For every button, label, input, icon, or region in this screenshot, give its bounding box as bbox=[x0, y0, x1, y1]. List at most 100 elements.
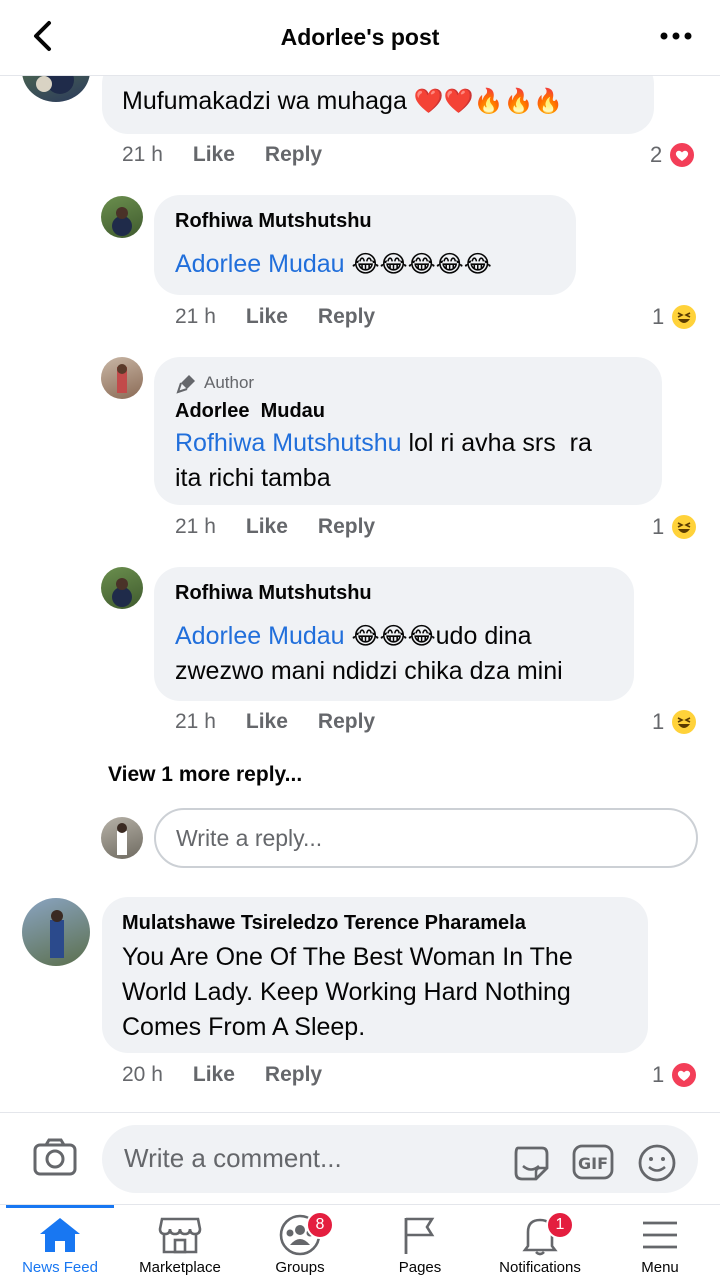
more-options-button[interactable] bbox=[656, 20, 696, 52]
reply-button[interactable]: Reply bbox=[318, 710, 375, 734]
mention-link[interactable]: Adorlee Mudau bbox=[175, 622, 345, 650]
reply-button[interactable]: Reply bbox=[318, 515, 375, 539]
reply-time: 21 h bbox=[175, 710, 216, 733]
reply-button[interactable]: Reply bbox=[265, 1063, 322, 1087]
comment-emoji: ❤️❤️🔥🔥🔥 bbox=[413, 87, 564, 115]
marketplace-icon bbox=[158, 1217, 202, 1254]
sticker-button[interactable] bbox=[510, 1142, 552, 1182]
reply-placeholder: Write a reply... bbox=[176, 824, 323, 851]
reply-meta: 21 h Like Reply bbox=[175, 515, 375, 539]
gif-button[interactable]: GIF bbox=[572, 1142, 614, 1182]
camera-button[interactable] bbox=[32, 1137, 78, 1181]
reply-time: 21 h bbox=[175, 305, 216, 328]
reply-text-content: udo dina bbox=[435, 622, 532, 650]
reaction-summary[interactable]: 1 bbox=[652, 708, 699, 736]
camera-icon bbox=[33, 1138, 77, 1176]
tab-label: Pages bbox=[398, 1259, 442, 1276]
tab-groups[interactable]: 8 Groups bbox=[240, 1205, 360, 1280]
commenter-name[interactable]: Adorlee Mudau bbox=[175, 400, 325, 423]
reply-text: Rofhiwa Mutshutshu lol ri avha srs ra it… bbox=[175, 426, 655, 496]
sticker-icon bbox=[514, 1146, 549, 1181]
comment-input[interactable]: Write a comment... GIF bbox=[102, 1125, 698, 1193]
svg-text:GIF: GIF bbox=[578, 1154, 608, 1173]
reply-text-line2: ita richi tamba bbox=[175, 464, 331, 492]
my-avatar bbox=[101, 817, 143, 859]
commenter-name[interactable]: Rofhiwa Mutshutshu bbox=[175, 582, 372, 605]
tab-news-feed[interactable]: News Feed bbox=[0, 1205, 120, 1280]
back-button[interactable] bbox=[26, 18, 58, 54]
tab-label: News Feed bbox=[22, 1259, 98, 1276]
bottom-tab-bar: News Feed Marketplace 8 Groups Pages 1 N… bbox=[0, 1204, 720, 1280]
page-title: Adorlee's post bbox=[280, 24, 440, 50]
reply-input[interactable]: Write a reply... bbox=[154, 808, 698, 868]
like-button[interactable]: Like bbox=[246, 710, 288, 734]
home-icon bbox=[40, 1218, 80, 1252]
like-button[interactable]: Like bbox=[246, 305, 288, 329]
comment-meta: 20 h Like Reply bbox=[122, 1063, 322, 1087]
commenter-avatar[interactable] bbox=[101, 196, 143, 238]
tab-notifications[interactable]: 1 Notifications bbox=[480, 1205, 600, 1280]
tab-menu[interactable]: Menu bbox=[600, 1205, 720, 1280]
commenter-name[interactable]: Rofhiwa Mutshutshu bbox=[175, 210, 372, 233]
author-badge: Author bbox=[176, 372, 254, 394]
comment-text: You Are One Of The Best Woman In The Wor… bbox=[122, 940, 642, 1045]
reply-emoji: 😂😂😂😂😂 bbox=[351, 250, 492, 278]
haha-reaction-icon bbox=[670, 708, 699, 736]
notifications-badge: 1 bbox=[546, 1211, 574, 1239]
comment-line: You Are One Of The Best Woman In The bbox=[122, 943, 573, 971]
more-dots-icon bbox=[660, 32, 692, 40]
love-reaction-icon bbox=[670, 1061, 699, 1089]
comment-text-content: Mufumakadzi wa muhaga bbox=[122, 87, 407, 115]
comment-meta: 21 h Like Reply bbox=[122, 143, 322, 167]
view-more-replies-link[interactable]: View 1 more reply... bbox=[108, 763, 302, 787]
reply-text: Adorlee Mudau 😂😂😂😂😂 bbox=[175, 247, 492, 282]
comment-line: Comes From A Sleep. bbox=[122, 1013, 366, 1041]
comment-time: 20 h bbox=[122, 1063, 163, 1086]
tab-label: Marketplace bbox=[139, 1259, 221, 1276]
comment-composer: Write a comment... GIF bbox=[0, 1112, 720, 1204]
pages-flag-icon bbox=[404, 1217, 435, 1254]
menu-icon bbox=[643, 1221, 677, 1249]
mention-link[interactable]: Adorlee Mudau bbox=[175, 250, 345, 278]
reaction-count: 1 bbox=[652, 1062, 665, 1087]
commenter-avatar[interactable] bbox=[22, 898, 90, 966]
commenter-avatar[interactable] bbox=[101, 567, 143, 609]
post-header: Adorlee's post bbox=[0, 0, 720, 76]
reply-text-line2: zwezwo mani ndidzi chika dza mini bbox=[175, 657, 563, 685]
reaction-summary[interactable]: 1 bbox=[652, 1061, 699, 1089]
reaction-summary[interactable]: 2 bbox=[650, 141, 697, 169]
haha-reaction-icon bbox=[670, 513, 699, 541]
reply-meta: 21 h Like Reply bbox=[175, 305, 375, 329]
reaction-summary[interactable]: 1 bbox=[652, 513, 699, 541]
tab-pages[interactable]: Pages bbox=[360, 1205, 480, 1280]
tab-label: Menu bbox=[641, 1259, 679, 1276]
back-chevron-icon bbox=[34, 21, 51, 51]
commenter-name[interactable]: Mulatshawe Tsireledzo Terence Pharamela bbox=[122, 912, 526, 935]
comment-placeholder: Write a comment... bbox=[124, 1143, 342, 1173]
tab-marketplace[interactable]: Marketplace bbox=[120, 1205, 240, 1280]
tab-label: Groups bbox=[275, 1259, 325, 1276]
reply-meta: 21 h Like Reply bbox=[175, 710, 375, 734]
smiley-icon bbox=[638, 1144, 676, 1182]
reply-emoji: 😂😂😂 bbox=[351, 622, 436, 650]
mention-link[interactable]: Rofhiwa Mutshutshu bbox=[175, 429, 402, 457]
tab-label: Notifications bbox=[499, 1259, 581, 1276]
like-button[interactable]: Like bbox=[193, 143, 235, 167]
love-reaction-icon bbox=[668, 141, 697, 169]
haha-reaction-icon bbox=[670, 303, 699, 331]
groups-badge: 8 bbox=[306, 1211, 334, 1239]
reaction-summary[interactable]: 1 bbox=[652, 303, 699, 331]
reaction-count: 1 bbox=[652, 709, 665, 734]
author-avatar[interactable] bbox=[101, 357, 143, 399]
reaction-count: 2 bbox=[650, 142, 663, 167]
reply-button[interactable]: Reply bbox=[265, 143, 322, 167]
like-button[interactable]: Like bbox=[246, 515, 288, 539]
like-button[interactable]: Like bbox=[193, 1063, 235, 1087]
comment-line: World Lady. Keep Working Hard Nothing bbox=[122, 978, 571, 1006]
author-label: Author bbox=[204, 373, 255, 392]
microphone-icon bbox=[176, 375, 195, 394]
comment-time: 21 h bbox=[122, 143, 163, 166]
reply-time: 21 h bbox=[175, 515, 216, 538]
reply-button[interactable]: Reply bbox=[318, 305, 375, 329]
emoji-button[interactable] bbox=[636, 1142, 678, 1182]
